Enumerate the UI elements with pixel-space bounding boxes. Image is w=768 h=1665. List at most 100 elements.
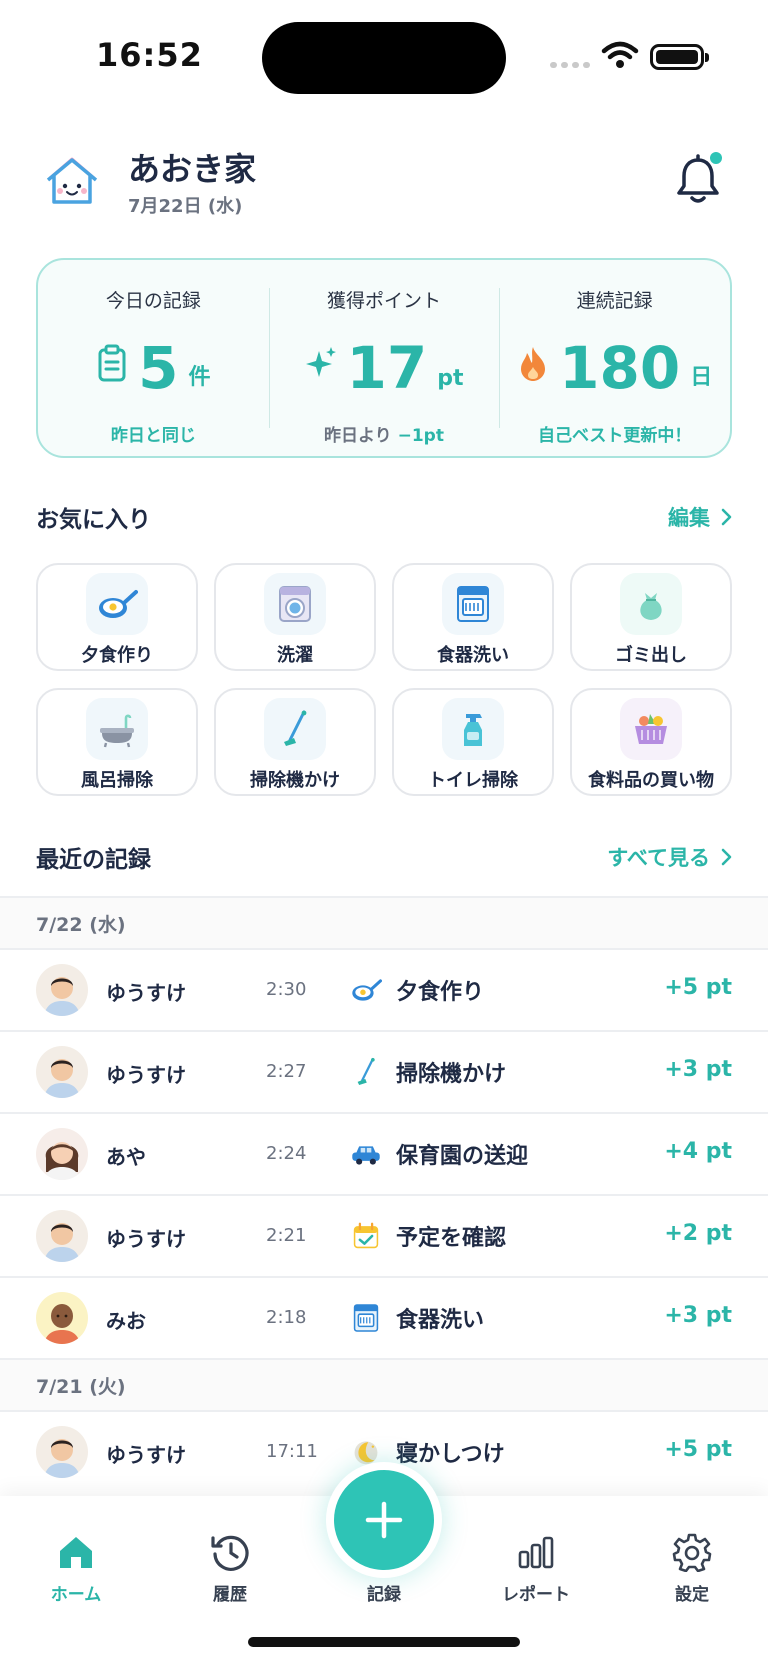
date-group-header: 7/22 (水) bbox=[0, 898, 768, 948]
favorite-label: 食器洗い bbox=[437, 645, 509, 666]
nav-report[interactable]: レポート bbox=[476, 1532, 596, 1605]
record-points: +2 pt bbox=[664, 1221, 732, 1246]
record-user: ゆうすけ bbox=[106, 981, 186, 1005]
dynamic-island bbox=[262, 22, 506, 94]
favorites-title: お気に入り bbox=[36, 507, 151, 533]
record-row[interactable]: あや 2:24 保育園の送迎 +4 pt bbox=[0, 1114, 768, 1194]
current-date: 7月22日 (水) bbox=[128, 196, 243, 217]
stat-streak: 連続記録 180 日 自己ベスト更新中！ bbox=[499, 260, 730, 456]
avatar-yusuke bbox=[36, 1046, 88, 1098]
nav-label: レポート bbox=[502, 1585, 570, 1605]
bathtub-icon bbox=[100, 714, 134, 748]
home-icon bbox=[60, 1537, 92, 1568]
edit-favorites-button[interactable]: 編集 bbox=[668, 502, 732, 532]
nav-label: 設定 bbox=[675, 1585, 709, 1605]
stat-unit: pt bbox=[437, 366, 464, 391]
stat-unit: 件 bbox=[188, 365, 211, 390]
record-task: 食器洗い bbox=[396, 1308, 485, 1333]
frying-pan-icon bbox=[99, 590, 138, 618]
clipboard-icon bbox=[98, 344, 126, 382]
record-row[interactable]: ゆうすけ 2:21 予定を確認 +2 pt bbox=[0, 1196, 768, 1276]
favorite-trash[interactable]: ゴミ出し bbox=[570, 563, 732, 671]
record-row[interactable]: ゆうすけ 2:30 夕食作り +5 pt bbox=[0, 950, 768, 1030]
car-icon bbox=[352, 1146, 380, 1165]
record-points: +5 pt bbox=[664, 1437, 732, 1462]
status-time: 16:52 bbox=[96, 36, 203, 74]
record-user: ゆうすけ bbox=[106, 1227, 186, 1251]
favorite-label: 夕食作り bbox=[81, 645, 153, 666]
record-points: +3 pt bbox=[664, 1057, 732, 1082]
record-time: 17:11 bbox=[266, 1441, 318, 1462]
sparkle-icon bbox=[305, 347, 336, 377]
stat-value: 5 bbox=[138, 334, 179, 402]
record-points: +3 pt bbox=[664, 1303, 732, 1328]
shopping-basket-icon bbox=[635, 714, 667, 744]
favorite-dinner[interactable]: 夕食作り bbox=[36, 563, 198, 671]
status-bar: 16:52 bbox=[0, 0, 768, 110]
notification-badge bbox=[710, 152, 722, 164]
record-row[interactable]: みお 2:18 食器洗い +3 pt bbox=[0, 1278, 768, 1358]
gear-icon bbox=[672, 1533, 712, 1572]
see-all-label: すべて見る bbox=[607, 846, 710, 870]
favorite-vacuum[interactable]: 掃除機かけ bbox=[214, 688, 376, 796]
favorite-groceries[interactable]: 食料品の買い物 bbox=[570, 688, 732, 796]
trash-bag-icon bbox=[640, 593, 662, 620]
signal-icon bbox=[550, 62, 590, 68]
record-user: あや bbox=[106, 1145, 146, 1169]
avatar-aya bbox=[36, 1128, 88, 1180]
spray-bottle-icon bbox=[464, 714, 482, 746]
wifi-icon bbox=[601, 41, 639, 68]
plus-icon bbox=[365, 1501, 403, 1539]
stat-note-value: −1pt bbox=[397, 426, 444, 446]
favorite-label: 風呂掃除 bbox=[81, 770, 153, 791]
nav-label: ホーム bbox=[50, 1585, 102, 1605]
stat-note: 昨日と同じ bbox=[110, 426, 196, 446]
flame-icon bbox=[521, 347, 546, 381]
nav-history[interactable]: 履歴 bbox=[170, 1532, 290, 1605]
stat-label: 獲得ポイント bbox=[327, 290, 442, 312]
record-row[interactable]: ゆうすけ 2:27 掃除機かけ +3 pt bbox=[0, 1032, 768, 1112]
record-task: 夕食作り bbox=[396, 980, 485, 1005]
record-task: 保育園の送迎 bbox=[396, 1144, 529, 1169]
stat-label: 今日の記録 bbox=[105, 290, 201, 312]
record-user: みお bbox=[106, 1309, 146, 1333]
nav-settings[interactable]: 設定 bbox=[632, 1532, 752, 1605]
record-time: 2:27 bbox=[266, 1061, 307, 1082]
battery-icon bbox=[650, 44, 709, 70]
record-time: 2:21 bbox=[266, 1225, 307, 1246]
edit-label: 編集 bbox=[668, 506, 710, 530]
stats-card: 今日の記録 5 件 昨日と同じ 獲得ポイント 17 pt 昨日より −1pt 連… bbox=[36, 258, 732, 458]
record-points: +4 pt bbox=[664, 1139, 732, 1164]
chevron-right-icon bbox=[721, 848, 732, 866]
see-all-button[interactable]: すべて見る bbox=[607, 842, 732, 872]
dishwasher-icon bbox=[353, 1304, 379, 1332]
vacuum-icon bbox=[357, 1057, 375, 1085]
avatar-yusuke bbox=[36, 964, 88, 1016]
favorite-label: 洗濯 bbox=[277, 645, 313, 666]
favorite-laundry[interactable]: 洗濯 bbox=[214, 563, 376, 671]
stat-note: 昨日より −1pt bbox=[269, 421, 500, 446]
favorite-label: トイレ掃除 bbox=[428, 770, 518, 791]
add-record-button[interactable] bbox=[334, 1470, 434, 1570]
avatar-mio bbox=[36, 1292, 88, 1344]
favorite-toilet[interactable]: トイレ掃除 bbox=[392, 688, 554, 796]
favorites-grid: 夕食作り 洗濯 食器洗い ゴミ出し 風呂掃除 掃除機かけ トイレ掃除 食料品の買… bbox=[36, 563, 732, 796]
add-record-label: 記録 bbox=[367, 1585, 401, 1605]
stat-points: 獲得ポイント 17 pt 昨日より −1pt bbox=[268, 260, 500, 456]
favorite-bath[interactable]: 風呂掃除 bbox=[36, 688, 198, 796]
washing-machine-icon bbox=[279, 586, 311, 622]
favorite-label: 食料品の買い物 bbox=[588, 770, 714, 791]
bar-chart-icon bbox=[518, 1536, 554, 1569]
nav-label: 履歴 bbox=[213, 1585, 247, 1605]
stat-value: 180 bbox=[559, 334, 681, 402]
favorite-dishes[interactable]: 食器洗い bbox=[392, 563, 554, 671]
date-group-header: 7/21 (火) bbox=[0, 1360, 768, 1410]
avatar-yusuke bbox=[36, 1210, 88, 1262]
moon-icon bbox=[354, 1441, 378, 1465]
nav-home[interactable]: ホーム bbox=[16, 1532, 136, 1605]
record-user: ゆうすけ bbox=[106, 1443, 186, 1467]
stat-today-records: 今日の記録 5 件 昨日と同じ bbox=[38, 260, 269, 456]
date-group-label: 7/21 (火) bbox=[36, 1376, 126, 1398]
record-task: 掃除機かけ bbox=[396, 1062, 507, 1087]
favorite-label: 掃除機かけ bbox=[250, 770, 340, 791]
